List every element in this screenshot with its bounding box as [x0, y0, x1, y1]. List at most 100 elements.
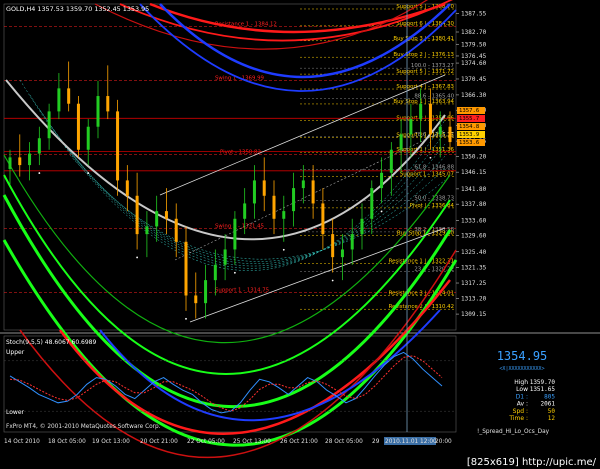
mt4-chart-window: 1387.55 1382.70 1379.50 1376.45 1374.60 1370.…: [0, 0, 600, 469]
level-label: Support 5 | - 1371.72: [396, 69, 454, 75]
candle-body: [272, 195, 276, 219]
fractal-dot: [429, 156, 432, 159]
candle-body: [76, 103, 80, 150]
fractal-dot: [282, 248, 285, 251]
x-tick-label: 25 Oct 13:00: [233, 439, 271, 445]
candle-body: [155, 211, 159, 227]
candle-body: [448, 126, 452, 143]
info-row-value: 50: [548, 408, 556, 415]
candle-body: [28, 153, 32, 166]
level-label: Support 1 - 1314.75: [215, 288, 269, 294]
level-label: Resistance 3 | - 1314.01: [389, 290, 454, 296]
candle-body: [164, 211, 168, 219]
x-tick-label: 28 Oct 05:00: [325, 439, 363, 445]
info-row-value: 12: [548, 415, 556, 422]
candle-body: [350, 234, 354, 250]
candle-body: [125, 180, 129, 196]
candle-body: [184, 241, 188, 296]
y-tick-label: 1370.45: [461, 76, 487, 83]
dotted-channel: [49, 124, 446, 264]
y-tick-label: 1387.55: [461, 10, 487, 17]
y-tick-label: 1346.15: [461, 169, 487, 176]
stoch-series-d: [9, 355, 443, 412]
candle-body: [331, 234, 335, 258]
y-tick-label: 1309.15: [461, 311, 487, 318]
fractal-dot: [185, 317, 187, 320]
y-tick-label: 1350.20: [461, 154, 487, 161]
price-tag-label: 1353.9: [459, 132, 479, 138]
x-tick-label: 26 Oct 21:00: [280, 439, 318, 445]
candle-body: [409, 119, 413, 135]
candle-body: [252, 180, 256, 204]
fractal-dot: [233, 271, 236, 274]
fractal-dot: [38, 172, 41, 174]
watermark: [825x619] http://upic.me/: [462, 456, 600, 469]
candle-body: [37, 138, 41, 154]
candle-body: [399, 134, 403, 150]
candle-body: [145, 226, 149, 235]
level-label: Support 4 | - 1367.83: [396, 84, 454, 90]
price-tag-label: 1355.7: [459, 116, 479, 122]
price-tag-label: 1354.8: [459, 124, 480, 130]
y-tick-label: 1374.60: [461, 60, 487, 67]
level-label: Pivot - 1350.82: [220, 149, 261, 155]
candle-body: [213, 264, 217, 281]
fractal-dot: [331, 279, 334, 282]
candle-body: [106, 96, 110, 112]
x-tick-label: 22 Oct 05:00: [187, 439, 225, 445]
price-tag-label: 1357.6: [459, 108, 479, 114]
y-tick-label: 1325.40: [461, 249, 487, 256]
info-row-value: 1359.70: [530, 379, 556, 386]
x-tick-label: 29: [372, 439, 380, 445]
x-tick-label: 2010.11.01 12:00: [385, 439, 437, 445]
info-row-key: D1 :: [516, 393, 528, 400]
candle-body: [262, 180, 266, 196]
candle-body: [233, 218, 237, 250]
candle-body: [86, 126, 90, 150]
info-big-price: 1354.95: [497, 349, 548, 363]
level-label: Buy Stop 1 | - 1363.94: [393, 99, 454, 105]
candle-body: [370, 188, 374, 219]
candle-body: [8, 157, 12, 169]
info-row-key: High: [514, 379, 528, 386]
candle-body: [428, 103, 432, 135]
x-tick-label: 20:00: [435, 439, 452, 445]
fractal-dot: [136, 256, 139, 259]
y-tick-label: 1321.35: [461, 264, 487, 271]
fractal-dot: [380, 210, 383, 213]
info-dash-line: <X|XXXXXXXXXXX>: [499, 366, 544, 372]
candle-body: [204, 280, 208, 304]
level-label: Swing 2 - 1331.45: [215, 224, 264, 230]
candle-body: [57, 88, 61, 112]
info-row-value: 805: [544, 393, 555, 400]
y-tick-label: 1337.80: [461, 201, 487, 208]
candle-body: [389, 149, 393, 173]
info-row-key: Low: [516, 386, 528, 393]
fractal-dot: [87, 172, 90, 174]
level-label: Resistance 1 | - 1322.31: [389, 259, 454, 265]
candle-body: [116, 111, 120, 181]
y-tick-label: 1329.60: [461, 233, 487, 240]
candle-body: [18, 157, 22, 166]
moving-average: [5, 79, 446, 241]
y-tick-label: 1376.45: [461, 53, 487, 60]
info-row-key: Time :: [508, 415, 528, 422]
blue-arc-bottom: [99, 309, 441, 422]
level-label: 61.8 - 1346.88: [414, 164, 454, 170]
price-tag-label: 1353.6: [459, 140, 479, 146]
candle-body: [194, 295, 198, 304]
stoch-upper-label: Upper: [6, 349, 25, 356]
chart-svg: 1387.55 1382.70 1379.50 1376.451374.60 1370.…: [0, 0, 600, 458]
y-tick-label: 1379.50: [461, 41, 487, 48]
indicator-label: !_Spread_Hi_Lo_Ocs_Day: [477, 429, 550, 435]
candle-body: [223, 249, 227, 265]
chart-header: GOLD,H4 1357.53 1359.70 1352.45 1353.95: [6, 5, 149, 13]
stoch-title: Stoch(9,5,5) 48.6067 60.6989: [6, 339, 97, 346]
x-tick-label: 18 Oct 05:00: [48, 439, 86, 445]
candle-body: [96, 96, 100, 127]
x-tick-label: 19 Oct 13:00: [92, 439, 130, 445]
candle-body: [311, 180, 315, 204]
candle-body: [360, 218, 364, 235]
y-tick-label: 1333.60: [461, 217, 487, 224]
info-row-key: Av :: [517, 401, 528, 408]
